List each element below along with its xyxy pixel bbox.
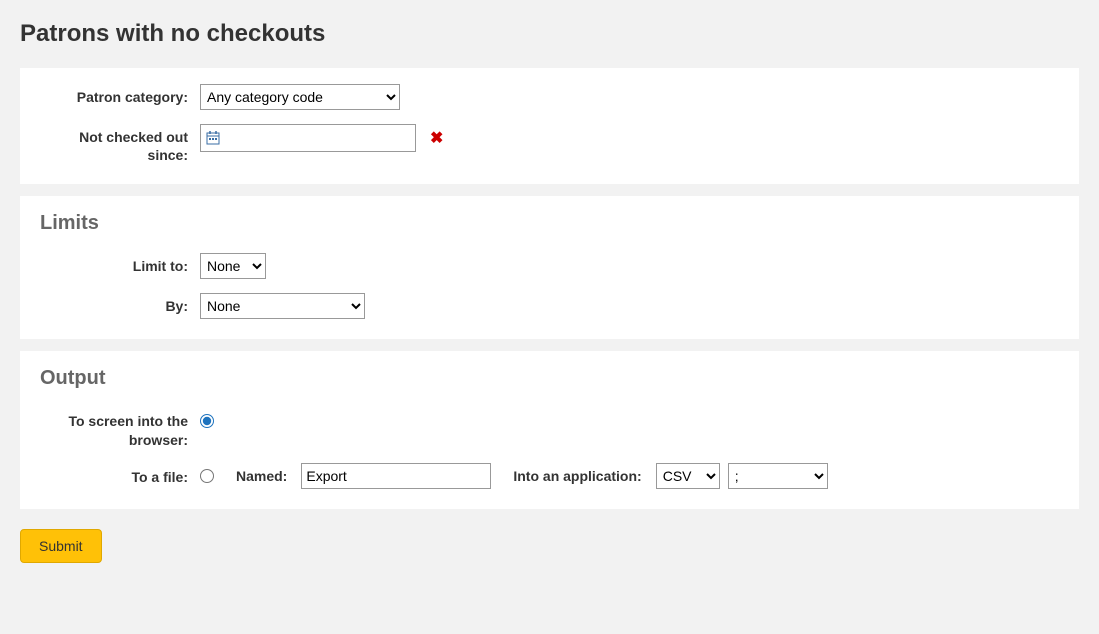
to-screen-radio[interactable] (200, 414, 214, 428)
not-checked-out-since-label: Not checked out since: (40, 124, 200, 164)
format-select[interactable]: CSV (656, 463, 720, 489)
named-label: Named: (236, 468, 287, 484)
separator-select[interactable]: ; (728, 463, 828, 489)
output-heading: Output (40, 367, 1059, 390)
limit-to-select[interactable]: None (200, 253, 266, 279)
calendar-icon[interactable] (201, 125, 225, 151)
named-input[interactable] (301, 463, 491, 489)
by-label: By: (40, 293, 200, 315)
date-input-wrapper (200, 124, 416, 152)
limit-to-label: Limit to: (40, 253, 200, 275)
to-screen-label: To screen into the browser: (40, 408, 200, 448)
to-file-label: To a file: (40, 466, 200, 486)
limits-heading: Limits (40, 212, 1059, 235)
page-title: Patrons with no checkouts (20, 20, 1079, 48)
clear-date-icon[interactable]: ✖ (430, 128, 443, 148)
submit-button[interactable]: Submit (20, 529, 102, 563)
output-panel: Output To screen into the browser: To a … (20, 351, 1079, 508)
limits-panel: Limits Limit to: None By: None (20, 196, 1079, 339)
by-select[interactable]: None (200, 293, 365, 319)
to-file-radio[interactable] (200, 469, 214, 483)
filters-panel: Patron category: Any category code Not c… (20, 68, 1079, 184)
patron-category-label: Patron category: (40, 84, 200, 106)
patron-category-select[interactable]: Any category code (200, 84, 400, 110)
into-application-label: Into an application: (513, 468, 641, 484)
not-checked-out-since-input[interactable] (225, 125, 415, 151)
